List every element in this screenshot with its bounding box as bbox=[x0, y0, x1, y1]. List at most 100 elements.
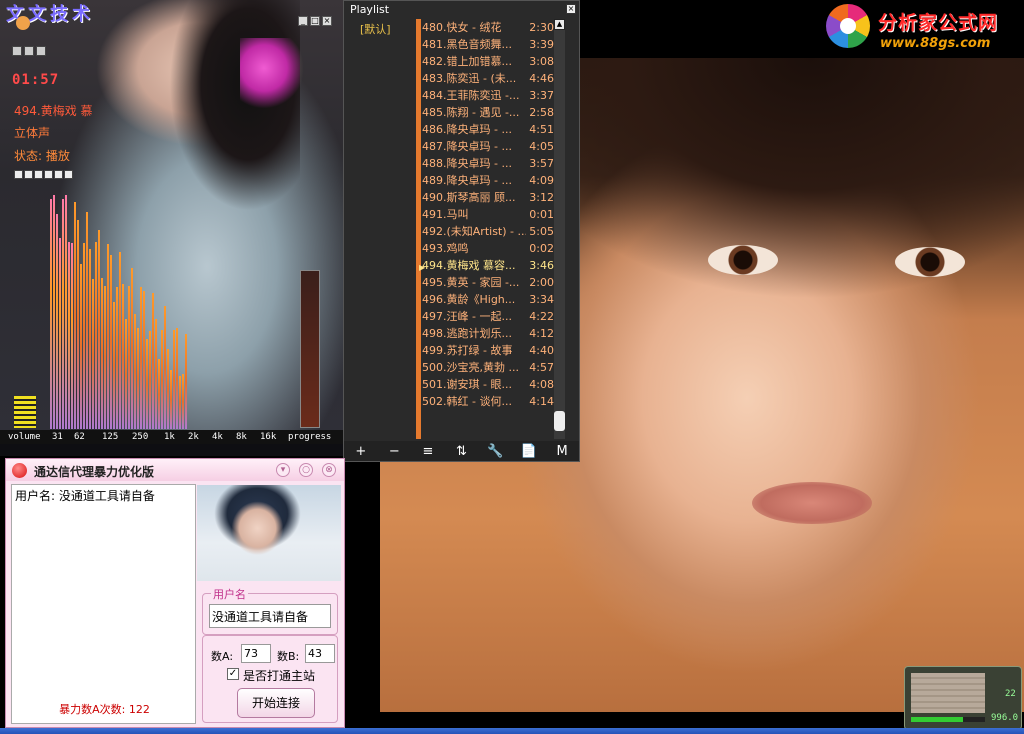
playlist-row[interactable]: 494.黄梅戏 慕容... 3:46 bbox=[422, 257, 554, 274]
spectrum-bar bbox=[107, 244, 109, 429]
mode-button-3[interactable] bbox=[36, 46, 46, 56]
playlist-row[interactable]: 486.降央卓玛 - ... 4:51 bbox=[422, 121, 554, 138]
username-input[interactable]: 没通道工具请自备 bbox=[209, 604, 331, 628]
playlist-row[interactable]: 482.错上加错慕... 3:08 bbox=[422, 53, 554, 70]
eq-label: 250 bbox=[132, 432, 149, 442]
proxy-tool-window: 通达信代理暴力优化版 ▾ ○ ⊗ 用户名: 没通道工具请自备 暴力数A次数: 1… bbox=[5, 458, 345, 728]
list-icon[interactable]: ≡ bbox=[418, 444, 438, 459]
track-duration: 3:34 bbox=[529, 293, 554, 306]
spectrum-bar bbox=[110, 255, 112, 429]
track-title: 490.斯琴高丽 顾... bbox=[422, 191, 516, 204]
spectrum-bar bbox=[182, 374, 184, 429]
prev-icon[interactable] bbox=[34, 170, 43, 179]
minimize-button[interactable]: _ bbox=[298, 16, 308, 26]
now-playing-arrow-icon: ▶ bbox=[419, 263, 426, 272]
playlist-row[interactable]: 498.逃跑计划乐... 4:12 bbox=[422, 325, 554, 342]
mode-button-2[interactable] bbox=[24, 46, 34, 56]
add-icon[interactable]: + bbox=[351, 444, 371, 459]
playlist-row[interactable]: 499.苏打绿 - 故事 4:40 bbox=[422, 342, 554, 359]
playlist-row[interactable]: 489.降央卓玛 - ... 4:09 bbox=[422, 172, 554, 189]
monitor-value-1: 22 bbox=[1005, 689, 1016, 699]
track-title: 487.降央卓玛 - ... bbox=[422, 140, 512, 153]
track-title: 481.黑色音频舞... bbox=[422, 38, 512, 51]
start-connect-button[interactable]: 开始连接 bbox=[237, 688, 315, 718]
eq-label: 4k bbox=[212, 432, 223, 442]
spectrum-bar bbox=[152, 292, 154, 429]
spectrum-bar bbox=[83, 243, 85, 429]
track-duration: 3:08 bbox=[529, 55, 554, 68]
playlist-row[interactable]: 502.韩红 - 谈何... 4:14 bbox=[422, 393, 554, 410]
scroll-up-icon[interactable]: ▲ bbox=[554, 19, 565, 30]
playlist-row[interactable]: 501.谢安琪 - 眼... 4:08 bbox=[422, 376, 554, 393]
log-panel[interactable]: 用户名: 没通道工具请自备 暴力数A次数: 122 bbox=[11, 484, 196, 724]
playlist-row[interactable]: 480.快女 - 绒花 2:30 bbox=[422, 19, 554, 36]
next-icon[interactable] bbox=[54, 170, 63, 179]
track-title: 494.黄梅戏 慕容... bbox=[422, 259, 516, 272]
track-duration: 4:12 bbox=[529, 327, 554, 340]
maximize-button[interactable]: □ bbox=[310, 16, 320, 26]
b-input[interactable]: 43 bbox=[305, 644, 335, 663]
eq-label: 8k bbox=[236, 432, 247, 442]
play-state: 状态: 播放 bbox=[14, 149, 70, 163]
playlist-divider[interactable] bbox=[416, 19, 421, 439]
a-input[interactable]: 73 bbox=[241, 644, 271, 663]
track-duration: 4:22 bbox=[529, 310, 554, 323]
playlist-row[interactable]: 493.鸡鸣 0:02 bbox=[422, 240, 554, 257]
attempt-count: 暴力数A次数: 122 bbox=[59, 703, 150, 716]
track-title: 491.马叫 bbox=[422, 208, 469, 221]
play-icon[interactable] bbox=[44, 170, 53, 179]
proxy-close-button[interactable]: ⊗ bbox=[322, 463, 336, 477]
eject-icon[interactable] bbox=[64, 170, 73, 179]
spectrum-visualizer bbox=[50, 195, 190, 429]
proxy-titlebar[interactable]: 通达信代理暴力优化版 ▾ ○ ⊗ bbox=[6, 459, 344, 481]
playlist-row[interactable]: 495.黄英 - 家园 -... 2:00 bbox=[422, 274, 554, 291]
spectrum-bar bbox=[125, 318, 127, 429]
wrench-icon[interactable]: 🔧 bbox=[485, 444, 505, 459]
close-button[interactable]: × bbox=[322, 16, 332, 26]
sort-icon[interactable]: ⇅ bbox=[451, 444, 471, 459]
wallpaper-eye-right bbox=[895, 247, 965, 277]
playlist-row[interactable]: 491.马叫 0:01 bbox=[422, 206, 554, 223]
spectrum-bar bbox=[140, 286, 142, 429]
track-duration: 3:57 bbox=[529, 157, 554, 170]
pause-icon[interactable] bbox=[14, 170, 23, 179]
spectrum-bar bbox=[50, 199, 52, 429]
track-duration: 4:14 bbox=[529, 395, 554, 408]
remove-icon[interactable]: − bbox=[384, 444, 404, 459]
playlist-row[interactable]: 481.黑色音频舞... 3:39 bbox=[422, 36, 554, 53]
track-duration: 0:01 bbox=[529, 208, 554, 221]
document-icon[interactable]: 📄 bbox=[519, 444, 539, 459]
mode-button-1[interactable] bbox=[12, 46, 22, 56]
spectrum-bar bbox=[173, 330, 175, 429]
system-monitor-widget[interactable]: 22 996.0 bbox=[904, 666, 1022, 730]
playlist-row[interactable]: 485.陈翔 - 遇见 -... 2:58 bbox=[422, 104, 554, 121]
playlist-row[interactable]: 484.王菲陈奕迅 -... 3:37 bbox=[422, 87, 554, 104]
desktop: { "brand": {"title": "分析家公式网", "url": "w… bbox=[0, 0, 1024, 734]
playlist-row[interactable]: 483.陈奕迅 - (未... 4:46 bbox=[422, 70, 554, 87]
playlist-row[interactable]: 500.沙宝亮,黄勃 ... 4:57 bbox=[422, 359, 554, 376]
playlist-row[interactable]: 497.汪峰 - 一起... 4:22 bbox=[422, 308, 554, 325]
playlist-row[interactable]: 492.(未知Artist) - ... 5:05 bbox=[422, 223, 554, 240]
playlist-row[interactable]: 496.黄龄《High... 3:34 bbox=[422, 291, 554, 308]
track-duration: 2:58 bbox=[529, 106, 554, 119]
stop-icon[interactable] bbox=[24, 170, 33, 179]
spectrum-bar bbox=[116, 287, 118, 429]
main-station-checkbox[interactable]: ✓ bbox=[227, 668, 239, 680]
volume-meter[interactable] bbox=[14, 396, 36, 428]
track-title: 488.降央卓玛 - ... bbox=[422, 157, 512, 170]
playlist-row[interactable]: 488.降央卓玛 - ... 3:57 bbox=[422, 155, 554, 172]
spectrum-bar bbox=[176, 327, 178, 429]
playlist-title: Playlist bbox=[350, 3, 390, 16]
proxy-minimize-button[interactable]: ▾ bbox=[276, 463, 290, 477]
playlist-group[interactable]: [默认] bbox=[360, 21, 391, 37]
playlist-close-button[interactable]: × bbox=[566, 4, 576, 14]
menu-m-icon[interactable]: M bbox=[552, 444, 572, 459]
progress-strip[interactable] bbox=[300, 270, 320, 428]
playlist-row[interactable]: 487.降央卓玛 - ... 4:05 bbox=[422, 138, 554, 155]
taskbar[interactable] bbox=[0, 728, 1024, 734]
proxy-restore-button[interactable]: ○ bbox=[299, 463, 313, 477]
playlist-scrollbar[interactable] bbox=[554, 19, 565, 439]
scrollbar-thumb[interactable] bbox=[554, 411, 565, 431]
playlist-row[interactable]: 490.斯琴高丽 顾... 3:12 bbox=[422, 189, 554, 206]
track-title: 482.错上加错慕... bbox=[422, 55, 512, 68]
